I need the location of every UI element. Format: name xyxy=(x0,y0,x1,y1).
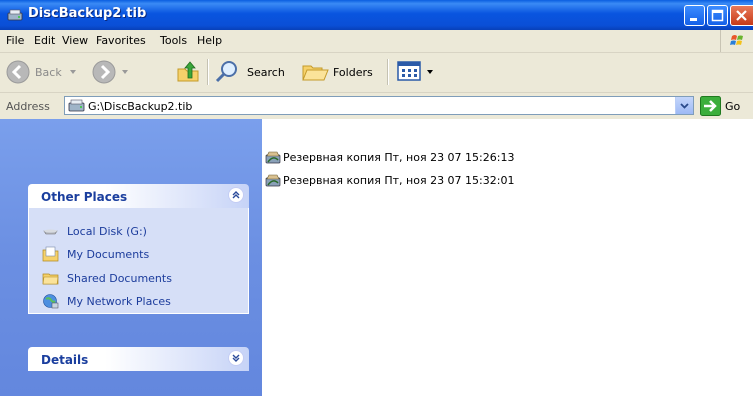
go-button[interactable]: Go xyxy=(698,96,750,116)
close-icon xyxy=(736,10,747,21)
other-places-header[interactable]: Other Places xyxy=(28,184,249,208)
menu-tools[interactable]: Tools xyxy=(160,34,187,47)
up-folder-icon xyxy=(177,61,199,82)
views-dropdown-icon xyxy=(427,70,433,74)
minimize-icon xyxy=(690,18,697,21)
my-documents-icon xyxy=(42,246,59,262)
windows-flag-icon xyxy=(730,35,743,45)
toolbar-separator xyxy=(207,59,209,85)
back-button[interactable]: Back xyxy=(6,57,81,87)
views-button[interactable] xyxy=(397,57,439,87)
toolbar: Back Search Folders xyxy=(0,53,753,93)
search-label: Search xyxy=(247,66,285,79)
address-input[interactable]: G:\DiscBackup2.tib xyxy=(64,96,694,115)
toolbar-separator xyxy=(387,59,389,85)
window-title: DiscBackup2.tib xyxy=(28,6,147,21)
chevron-double-down-icon xyxy=(232,354,240,362)
search-button[interactable]: Search xyxy=(214,57,290,87)
chevron-double-up-icon xyxy=(232,191,240,199)
folders-button[interactable]: Folders xyxy=(302,57,382,87)
maximize-icon xyxy=(711,9,724,22)
folders-label: Folders xyxy=(333,66,373,79)
file-name: Резервная копия Пт, ноя 23 07 15:32:01 xyxy=(283,174,515,187)
up-folder-button[interactable] xyxy=(174,57,202,87)
address-dropdown-button[interactable] xyxy=(675,97,693,114)
forward-arrow-icon xyxy=(92,60,116,84)
menu-favorites[interactable]: Favorites xyxy=(96,34,146,47)
go-label: Go xyxy=(725,100,741,113)
close-button[interactable] xyxy=(730,5,753,26)
title-bar[interactable]: DiscBackup2.tib xyxy=(0,0,753,30)
address-bar: Address G:\DiscBackup2.tib Go xyxy=(0,93,753,120)
forward-dropdown-icon xyxy=(122,70,128,74)
file-name: Резервная копия Пт, ноя 23 07 15:26:13 xyxy=(283,151,515,164)
menu-edit[interactable]: Edit xyxy=(34,34,55,47)
backup-app-icon xyxy=(7,9,23,21)
back-dropdown-icon xyxy=(70,70,76,74)
views-icon xyxy=(397,61,421,81)
search-icon xyxy=(215,61,237,83)
file-list: Резервная копия Пт, ноя 23 07 15:26:13 Р… xyxy=(262,119,753,396)
windows-logo xyxy=(720,30,753,52)
explorer-window: DiscBackup2.tib File Edit View Favorites… xyxy=(0,0,753,396)
backup-file-icon xyxy=(68,99,85,112)
minimize-button[interactable] xyxy=(684,5,705,26)
address-value: G:\DiscBackup2.tib xyxy=(88,100,193,113)
menu-file[interactable]: File xyxy=(6,34,24,47)
details-title: Details xyxy=(41,353,89,367)
backup-icon xyxy=(265,174,281,187)
go-arrow-icon xyxy=(700,96,721,116)
place-label: My Documents xyxy=(67,248,150,261)
folder-icon xyxy=(42,273,59,285)
back-arrow-icon xyxy=(6,60,30,84)
back-label: Back xyxy=(35,66,62,79)
chevron-down-icon xyxy=(680,103,689,109)
address-label: Address xyxy=(6,100,50,113)
maximize-button[interactable] xyxy=(707,5,728,26)
network-icon xyxy=(43,294,59,309)
menu-help[interactable]: Help xyxy=(197,34,222,47)
collapse-button[interactable] xyxy=(228,187,244,203)
expand-button[interactable] xyxy=(228,350,244,366)
backup-icon xyxy=(265,151,281,164)
other-places-body: Local Disk (G:) My Documents Shared Docu… xyxy=(28,208,249,314)
menu-bar: File Edit View Favorites Tools Help xyxy=(0,30,753,53)
folders-icon xyxy=(302,65,329,81)
place-label: Shared Documents xyxy=(67,272,172,285)
details-header[interactable]: Details xyxy=(28,347,249,371)
place-label: My Network Places xyxy=(67,295,171,308)
menu-view[interactable]: View xyxy=(62,34,88,47)
other-places-title: Other Places xyxy=(41,190,128,204)
forward-button[interactable] xyxy=(92,57,136,87)
place-label: Local Disk (G:) xyxy=(67,225,147,238)
drive-icon xyxy=(43,229,58,235)
